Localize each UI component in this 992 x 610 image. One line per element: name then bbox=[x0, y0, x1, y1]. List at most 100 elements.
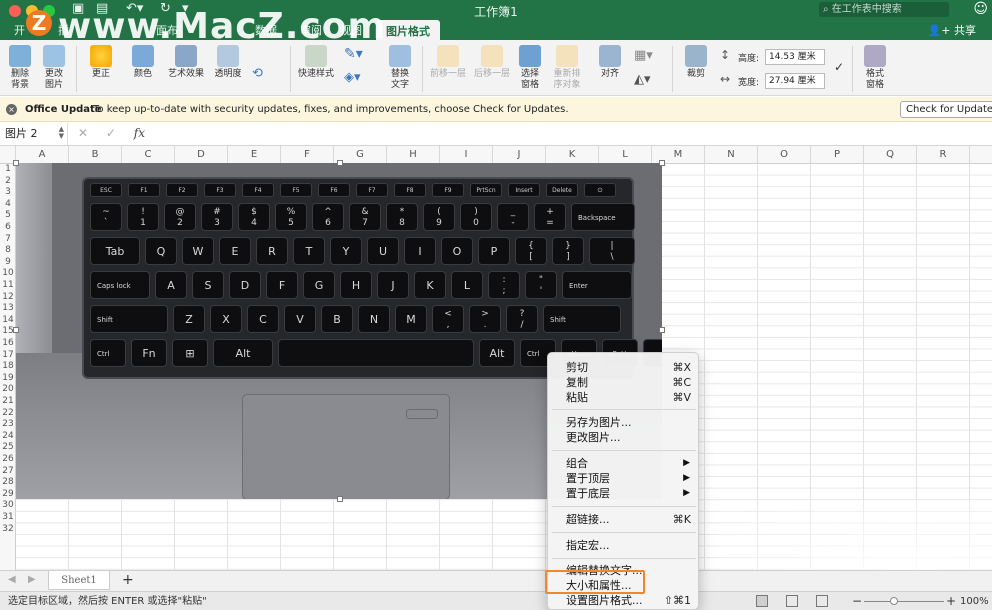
column-header[interactable]: A bbox=[16, 146, 69, 164]
row-header[interactable]: 17 bbox=[0, 350, 16, 361]
row-header[interactable]: 19 bbox=[0, 373, 16, 384]
column-header[interactable]: N bbox=[705, 146, 758, 164]
row-header[interactable]: 5 bbox=[0, 210, 16, 221]
reorder-objects-button[interactable]: 重新排 序对象 bbox=[550, 45, 584, 91]
row-header[interactable]: 18 bbox=[0, 361, 16, 372]
row-header[interactable]: 24 bbox=[0, 431, 16, 442]
row-header[interactable]: 26 bbox=[0, 454, 16, 465]
column-header[interactable]: B bbox=[69, 146, 122, 164]
menu-item-group[interactable]: 组合 ▶ bbox=[548, 456, 700, 471]
column-header[interactable]: J bbox=[493, 146, 546, 164]
menu-item-send-to-back[interactable]: 置于底层 ▶ bbox=[548, 486, 700, 501]
menu-item-assign-macro[interactable]: 指定宏... bbox=[548, 538, 700, 553]
send-backward-button[interactable]: 后移一层 bbox=[472, 45, 512, 80]
row-header[interactable]: 14 bbox=[0, 315, 16, 326]
alt-text-button[interactable]: 替换 文字 bbox=[386, 45, 414, 91]
rotate-icon[interactable]: ◭▾ bbox=[634, 72, 651, 87]
row-header[interactable]: 6 bbox=[0, 222, 16, 233]
menu-item-save-as-picture[interactable]: 另存为图片... bbox=[548, 415, 700, 430]
row-header[interactable]: 12 bbox=[0, 292, 16, 303]
corrections-button[interactable]: 更正 bbox=[84, 45, 118, 80]
quick-styles-button[interactable]: 快速样式 bbox=[296, 45, 336, 80]
color-button[interactable]: 颜色 bbox=[126, 45, 160, 80]
column-header[interactable]: E bbox=[228, 146, 281, 164]
cancel-icon[interactable]: ✕ bbox=[78, 126, 88, 140]
row-header[interactable]: 28 bbox=[0, 477, 16, 488]
row-header[interactable]: 9 bbox=[0, 257, 16, 268]
menu-item-format-picture[interactable]: 设置图片格式... ⇧⌘1 bbox=[548, 593, 700, 608]
feedback-smiley-icon[interactable]: ☺ bbox=[973, 1, 988, 17]
column-header[interactable]: Q bbox=[864, 146, 917, 164]
row-header[interactable]: 22 bbox=[0, 408, 16, 419]
row-header[interactable]: 16 bbox=[0, 338, 16, 349]
row-header[interactable]: 13 bbox=[0, 303, 16, 314]
sheet-tab-1[interactable]: Sheet1 bbox=[48, 571, 110, 590]
artistic-effects-button[interactable]: 艺术效果 bbox=[166, 45, 206, 80]
normal-view-icon[interactable] bbox=[756, 595, 768, 607]
resize-handle-top-right[interactable] bbox=[659, 160, 665, 166]
dismiss-icon[interactable]: × bbox=[6, 104, 17, 115]
row-header[interactable]: 10 bbox=[0, 268, 16, 279]
confirm-icon[interactable]: ✓ bbox=[106, 126, 116, 140]
prev-sheet-icon[interactable]: ◀ bbox=[8, 574, 16, 585]
row-header[interactable]: 7 bbox=[0, 234, 16, 245]
page-break-view-icon[interactable] bbox=[816, 595, 828, 607]
column-header[interactable]: H bbox=[387, 146, 440, 164]
resize-handle-bottom[interactable] bbox=[337, 496, 343, 502]
row-header[interactable]: 11 bbox=[0, 280, 16, 291]
column-header[interactable]: K bbox=[546, 146, 599, 164]
next-sheet-icon[interactable]: ▶ bbox=[28, 574, 36, 585]
row-header[interactable]: 23 bbox=[0, 419, 16, 430]
share-button[interactable]: 👤+ 共享 bbox=[928, 22, 976, 38]
row-header[interactable]: 4 bbox=[0, 199, 16, 210]
menu-item-paste[interactable]: 粘贴 ⌘V bbox=[548, 390, 700, 405]
resize-handle-top-left[interactable] bbox=[13, 160, 19, 166]
width-input[interactable]: 27.94 厘米 bbox=[765, 73, 825, 89]
insert-function-icon[interactable]: fx bbox=[134, 126, 145, 140]
crop-button[interactable]: 裁剪 bbox=[680, 45, 712, 80]
column-header[interactable]: R bbox=[917, 146, 970, 164]
zoom-slider[interactable] bbox=[864, 601, 944, 602]
row-header[interactable]: 30 bbox=[0, 500, 16, 511]
align-button[interactable]: 对齐 bbox=[594, 45, 626, 80]
row-header[interactable]: 3 bbox=[0, 187, 16, 198]
column-header[interactable]: P bbox=[811, 146, 864, 164]
menu-item-bring-to-front[interactable]: 置于顶层 ▶ bbox=[548, 471, 700, 486]
tab-home[interactable]: 开 bbox=[14, 22, 25, 38]
menu-item-hyperlink[interactable]: 超链接... ⌘K bbox=[548, 512, 700, 527]
menu-item-copy[interactable]: 复制 ⌘C bbox=[548, 375, 700, 390]
resize-handle-top[interactable] bbox=[337, 160, 343, 166]
column-header[interactable]: I bbox=[440, 146, 493, 164]
height-input[interactable]: 14.53 厘米 bbox=[765, 49, 825, 65]
column-header[interactable]: F bbox=[281, 146, 334, 164]
page-layout-view-icon[interactable] bbox=[786, 595, 798, 607]
row-header[interactable]: 20 bbox=[0, 384, 16, 395]
picture-border-icon[interactable]: ✎▾ bbox=[344, 46, 363, 62]
change-picture-button[interactable]: 更改 图片 bbox=[40, 45, 68, 91]
row-header[interactable]: 31 bbox=[0, 512, 16, 523]
zoom-in-icon[interactable]: + bbox=[946, 592, 956, 610]
row-header[interactable]: 25 bbox=[0, 442, 16, 453]
column-header[interactable]: O bbox=[758, 146, 811, 164]
row-header[interactable]: 8 bbox=[0, 245, 16, 256]
group-icon[interactable]: ▦▾ bbox=[634, 48, 653, 63]
row-header[interactable]: 2 bbox=[0, 176, 16, 187]
row-header[interactable]: 32 bbox=[0, 524, 16, 535]
lock-aspect-checkbox[interactable]: ✓ bbox=[834, 60, 844, 74]
selection-pane-button[interactable]: 选择 窗格 bbox=[516, 45, 544, 91]
compress-icon[interactable]: ⟲ bbox=[252, 66, 263, 81]
resize-handle-left[interactable] bbox=[13, 327, 19, 333]
resize-handle-right[interactable] bbox=[659, 327, 665, 333]
column-header[interactable]: D bbox=[175, 146, 228, 164]
zoom-slider-knob[interactable] bbox=[890, 597, 898, 605]
picture-effects-icon[interactable]: ◈▾ bbox=[344, 70, 361, 85]
bring-forward-button[interactable]: 前移一层 bbox=[428, 45, 468, 80]
remove-background-button[interactable]: 删除 背景 bbox=[6, 45, 34, 91]
menu-item-change-picture[interactable]: 更改图片... bbox=[548, 430, 700, 445]
row-header[interactable]: 21 bbox=[0, 396, 16, 407]
add-sheet-icon[interactable]: + bbox=[122, 572, 134, 588]
format-pane-button[interactable]: 格式 窗格 bbox=[860, 45, 890, 91]
zoom-out-icon[interactable]: − bbox=[852, 592, 862, 610]
name-box[interactable]: 图片 2 ▲ ▼ bbox=[0, 123, 68, 145]
row-header[interactable]: 27 bbox=[0, 466, 16, 477]
